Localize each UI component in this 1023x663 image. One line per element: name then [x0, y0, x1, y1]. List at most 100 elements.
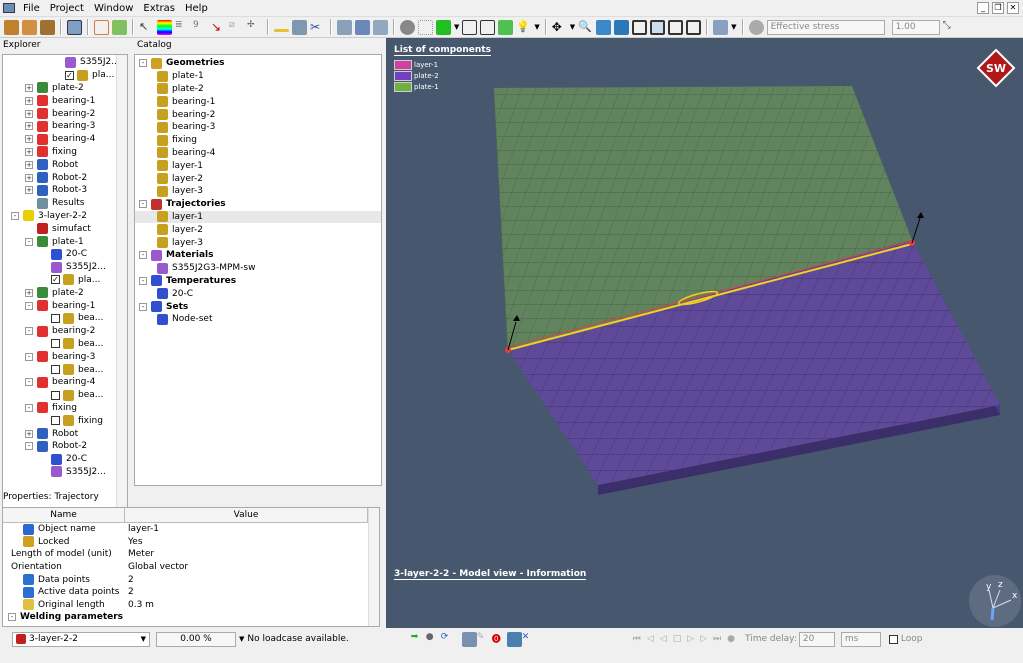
explorer-item[interactable]: -3-layer-2-2	[3, 210, 127, 223]
menu-extras[interactable]: Extras	[138, 3, 180, 14]
expand-icon[interactable]: +	[25, 96, 33, 105]
catalog-item[interactable]: bearing-4	[135, 147, 381, 160]
light-icon[interactable]: 💡	[516, 20, 531, 35]
catalog-item[interactable]: Node-set	[135, 313, 381, 326]
open-icon[interactable]	[22, 19, 37, 35]
collapse-icon[interactable]: -	[139, 59, 147, 68]
time-delay-input[interactable]: 20	[798, 631, 835, 647]
playback-controls[interactable]: ⏮◁◁□▷▷⏭●	[633, 634, 741, 644]
collapse-icon[interactable]: -	[139, 200, 147, 209]
property-row[interactable]: Active data points 2	[3, 586, 379, 599]
collapse-icon[interactable]: -	[11, 211, 19, 220]
menu-project[interactable]: Project	[45, 3, 89, 14]
visibility-checkbox[interactable]: ✓	[65, 70, 74, 80]
explorer-item[interactable]: S355J2...	[3, 56, 127, 69]
trajectory-icon[interactable]: ↘	[211, 20, 226, 35]
explorer-item[interactable]: - Robot-2	[3, 440, 127, 453]
grid-icon[interactable]	[462, 19, 478, 35]
column-value[interactable]: Value	[125, 508, 368, 522]
welding-parameters-group[interactable]: - Welding parameters	[3, 611, 379, 624]
collapse-icon[interactable]: -	[25, 352, 33, 361]
expand-icon[interactable]: +	[25, 186, 33, 195]
chevron-down-icon[interactable]: ▼	[731, 23, 736, 31]
restore-icon[interactable]: ❐	[992, 2, 1004, 14]
explorer-item[interactable]: - bearing-2	[3, 325, 127, 338]
explorer-item[interactable]: ✓ pla...	[3, 274, 127, 287]
explorer-item[interactable]: - plate-1	[3, 235, 127, 248]
outline-icon[interactable]	[480, 19, 496, 35]
catalog-group[interactable]: - Trajectories	[135, 198, 381, 211]
collapse-icon[interactable]: -	[139, 302, 147, 311]
view-left-icon[interactable]	[632, 19, 648, 35]
catalog-item[interactable]: layer-1	[135, 210, 381, 224]
export-icon[interactable]	[355, 19, 370, 35]
list-icon[interactable]: ≣	[175, 20, 190, 35]
save-results-icon[interactable]	[461, 631, 477, 647]
catalog-item[interactable]: layer-3	[135, 236, 381, 249]
move-icon[interactable]: ✥	[552, 20, 567, 35]
explorer-item[interactable]: S355J2...	[3, 261, 127, 274]
collapse-icon[interactable]: -	[25, 403, 33, 412]
menu-help[interactable]: Help	[180, 3, 213, 14]
explorer-item[interactable]: - bearing-3	[3, 350, 127, 363]
explorer-item[interactable]: fixing	[3, 414, 127, 427]
axes-icon[interactable]: ↖	[139, 20, 154, 35]
explorer-item[interactable]: bea...	[3, 312, 127, 325]
collapse-icon[interactable]: -	[25, 327, 33, 336]
expand-icon[interactable]: +	[25, 288, 33, 297]
screenshot-icon[interactable]	[292, 19, 307, 35]
catalog-item[interactable]: 20-C	[135, 287, 381, 300]
collapse-icon[interactable]: -	[25, 301, 33, 310]
visibility-checkbox[interactable]	[51, 365, 60, 375]
visibility-checkbox[interactable]	[51, 339, 60, 349]
catalog-item[interactable]: fixing	[135, 134, 381, 147]
catalog-item[interactable]: bearing-2	[135, 108, 381, 121]
model-viewport[interactable]: List of components layer-1 plate-2 plate…	[386, 38, 1023, 628]
view-front-icon[interactable]	[596, 19, 612, 35]
explorer-item[interactable]: S355J2...	[3, 466, 127, 479]
run-icon[interactable]: ➡	[411, 632, 426, 647]
chevron-down-icon[interactable]: ▼	[570, 23, 575, 31]
save-icon[interactable]	[40, 19, 55, 35]
expand-icon[interactable]: +	[25, 135, 33, 144]
collapse-icon[interactable]: -	[139, 251, 147, 260]
chevron-down-icon[interactable]: ▼	[534, 23, 539, 31]
explorer-item[interactable]: + bearing-1	[3, 94, 127, 107]
chevron-down-icon[interactable]: ▼	[239, 635, 244, 643]
split-icon[interactable]: ✢	[247, 20, 262, 35]
explorer-item[interactable]: + Robot-2	[3, 171, 127, 184]
explorer-item[interactable]: Results	[3, 197, 127, 210]
chevron-down-icon[interactable]: ▼	[454, 23, 459, 31]
fit-icon[interactable]	[713, 19, 729, 35]
menu-file[interactable]: File	[18, 3, 45, 14]
catalog-item[interactable]: S355J2G3-MPM-sw	[135, 262, 381, 275]
explorer-item[interactable]: simufact	[3, 222, 127, 235]
collapse-icon[interactable]: -	[25, 378, 33, 387]
view-icon[interactable]	[67, 19, 82, 35]
explorer-item[interactable]: 20-C	[3, 248, 127, 261]
graph-icon[interactable]: ⧄	[229, 20, 244, 35]
measure-icon[interactable]	[274, 28, 289, 32]
refresh-icon[interactable]: ⟳	[441, 632, 456, 647]
explorer-item[interactable]: - bearing-4	[3, 376, 127, 389]
expand-icon[interactable]: +	[25, 147, 33, 156]
collapse-icon[interactable]: -	[25, 237, 33, 246]
stop-icon[interactable]: ●	[426, 632, 441, 647]
explorer-item[interactable]: - fixing	[3, 402, 127, 415]
expand-icon[interactable]: +	[25, 173, 33, 182]
green-grid-icon[interactable]	[498, 19, 514, 35]
explorer-item[interactable]: + Robot-3	[3, 184, 127, 197]
scale-input[interactable]: 1.00	[891, 19, 940, 35]
explorer-item[interactable]: + bearing-3	[3, 120, 127, 133]
time-unit-select[interactable]: ms	[840, 631, 881, 647]
catalog-group[interactable]: - Materials	[135, 249, 381, 262]
project-select[interactable]: 3-layer-2-2 ▼	[12, 631, 150, 647]
catalog-group[interactable]: - Geometries	[135, 57, 381, 70]
explorer-item[interactable]: bea...	[3, 363, 127, 376]
model-3d-view[interactable]: SW y z x	[386, 38, 1023, 628]
result-type-select[interactable]: Effective stress	[766, 19, 885, 35]
catalog-group[interactable]: - Temperatures	[135, 275, 381, 288]
visibility-checkbox[interactable]: ✓	[51, 275, 60, 285]
property-row[interactable]: Original length 0.3 m	[3, 599, 379, 612]
table-icon[interactable]	[112, 19, 127, 35]
